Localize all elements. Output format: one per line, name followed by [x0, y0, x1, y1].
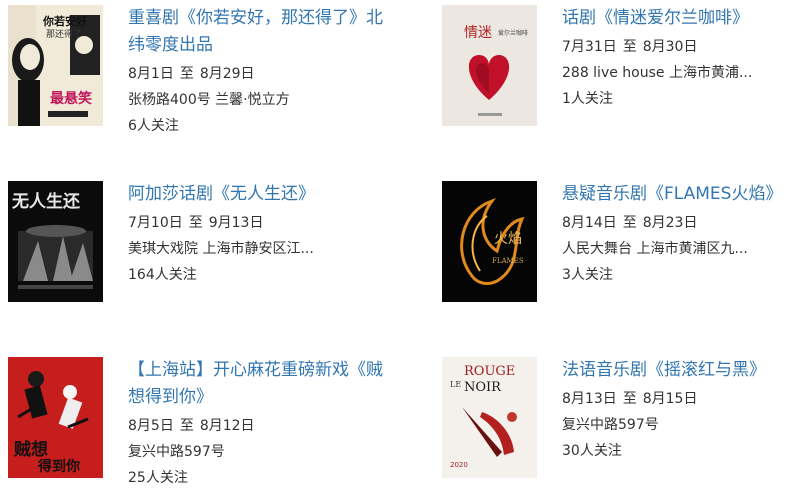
date-end: 9月13日 — [208, 215, 264, 231]
event-venue: 复兴中路597号 — [128, 444, 225, 460]
date-start: 7月31日 — [562, 39, 617, 55]
event-venue: 张杨路400号 兰馨·悦立方 — [128, 92, 290, 108]
poster-image: 贼想 得到你 — [8, 357, 103, 478]
date-start: 8月5日 — [128, 418, 174, 434]
event-poster[interactable]: 贼想 得到你 — [8, 357, 103, 478]
date-start: 8月13日 — [562, 391, 617, 407]
poster-text: NOIR — [464, 380, 502, 395]
event-followers: 164人关注 — [128, 267, 197, 283]
event-info: 法语音乐剧《摇滚红与黑》 8月13日至 8月15日 复兴中路597号 30人关注 — [562, 357, 786, 464]
event-poster[interactable]: ROUGE LE NOIR 2020 — [442, 357, 537, 478]
date-start: 7月10日 — [128, 215, 183, 231]
event-info: 阿加莎话剧《无人生还》 7月10日至 9月13日 美琪大戏院 上海市静安区江...… — [128, 181, 390, 288]
event-dates: 7月31日至 8月30日 — [562, 34, 786, 60]
event-title-link[interactable]: 阿加莎话剧《无人生还》 — [128, 181, 390, 208]
event-info: 重喜剧《你若安好，那还得了》北纬零度出品 8月1日至 8月29日 张杨路400号 … — [128, 5, 390, 139]
date-end: 8月30日 — [642, 39, 698, 55]
event-dates: 8月1日至 8月29日 — [128, 61, 390, 87]
poster-text: 无人生还 — [11, 191, 81, 212]
poster-text: 情迷 — [464, 25, 492, 41]
poster-text: ROUGE — [464, 364, 515, 379]
event-followers: 30人关注 — [562, 443, 622, 459]
date-separator: 至 — [622, 391, 637, 407]
poster-image: 你若安好 那还得了 最悬笑 — [8, 5, 103, 126]
date-end: 8月12日 — [199, 418, 255, 434]
event-followers: 3人关注 — [562, 267, 613, 283]
event-title-link[interactable]: 【上海站】开心麻花重磅新戏《贼想得到你》 — [128, 357, 390, 411]
date-end: 8月23日 — [642, 215, 698, 231]
poster-image: 火焰 FLAMES — [442, 181, 537, 302]
poster-image: 无人生还 — [8, 181, 103, 302]
date-end: 8月15日 — [642, 391, 698, 407]
event-poster[interactable]: 火焰 FLAMES — [442, 181, 537, 302]
event-followers: 25人关注 — [128, 470, 188, 486]
event-info: 悬疑音乐剧《FLAMES火焰》 8月14日至 8月23日 人民大舞台 上海市黄浦区… — [562, 181, 786, 288]
event-dates: 7月10日至 9月13日 — [128, 210, 390, 236]
poster-text: 2020 — [450, 461, 468, 469]
event-info: 话剧《情迷爱尔兰咖啡》 7月31日至 8月30日 288 live house 上… — [562, 5, 786, 112]
event-venue: 美琪大戏院 上海市静安区江... — [128, 241, 314, 257]
date-end: 8月29日 — [199, 66, 255, 82]
date-start: 8月14日 — [562, 215, 617, 231]
poster-text: LE — [450, 380, 461, 389]
event-title-link[interactable]: 重喜剧《你若安好，那还得了》北纬零度出品 — [128, 5, 390, 59]
event-dates: 8月14日至 8月23日 — [562, 210, 786, 236]
date-start: 8月1日 — [128, 66, 174, 82]
event-venue: 复兴中路597号 — [562, 417, 659, 433]
event-poster[interactable]: 你若安好 那还得了 最悬笑 — [8, 5, 103, 126]
poster-text: FLAMES — [492, 257, 524, 265]
date-separator: 至 — [188, 215, 203, 231]
date-separator: 至 — [179, 66, 194, 82]
event-info: 【上海站】开心麻花重磅新戏《贼想得到你》 8月5日至 8月12日 复兴中路597号… — [128, 357, 390, 491]
poster-image: 情迷 爱尔兰咖啡 — [442, 5, 537, 126]
event-venue: 288 live house 上海市黄浦... — [562, 65, 753, 81]
event-title-link[interactable]: 悬疑音乐剧《FLAMES火焰》 — [562, 181, 786, 208]
poster-image: ROUGE LE NOIR 2020 — [442, 357, 537, 478]
event-poster[interactable]: 无人生还 — [8, 181, 103, 302]
poster-text: 火焰 — [494, 231, 522, 247]
event-title-link[interactable]: 话剧《情迷爱尔兰咖啡》 — [562, 5, 786, 32]
event-followers: 6人关注 — [128, 118, 179, 134]
date-separator: 至 — [622, 215, 637, 231]
poster-text: 最悬笑 — [50, 90, 92, 107]
event-dates: 8月5日至 8月12日 — [128, 413, 390, 439]
poster-text: 得到你 — [37, 458, 80, 475]
date-separator: 至 — [622, 39, 637, 55]
poster-text: 那还得了 — [46, 28, 82, 40]
poster-text: 贼想 — [13, 439, 48, 460]
event-poster[interactable]: 情迷 爱尔兰咖啡 — [442, 5, 537, 126]
event-followers: 1人关注 — [562, 91, 613, 107]
event-title-link[interactable]: 法语音乐剧《摇滚红与黑》 — [562, 357, 786, 384]
date-separator: 至 — [179, 418, 194, 434]
event-venue: 人民大舞台 上海市黄浦区九... — [562, 241, 748, 257]
poster-text: 你若安好 — [42, 14, 87, 28]
poster-text: 爱尔兰咖啡 — [498, 29, 528, 37]
event-dates: 8月13日至 8月15日 — [562, 386, 786, 412]
